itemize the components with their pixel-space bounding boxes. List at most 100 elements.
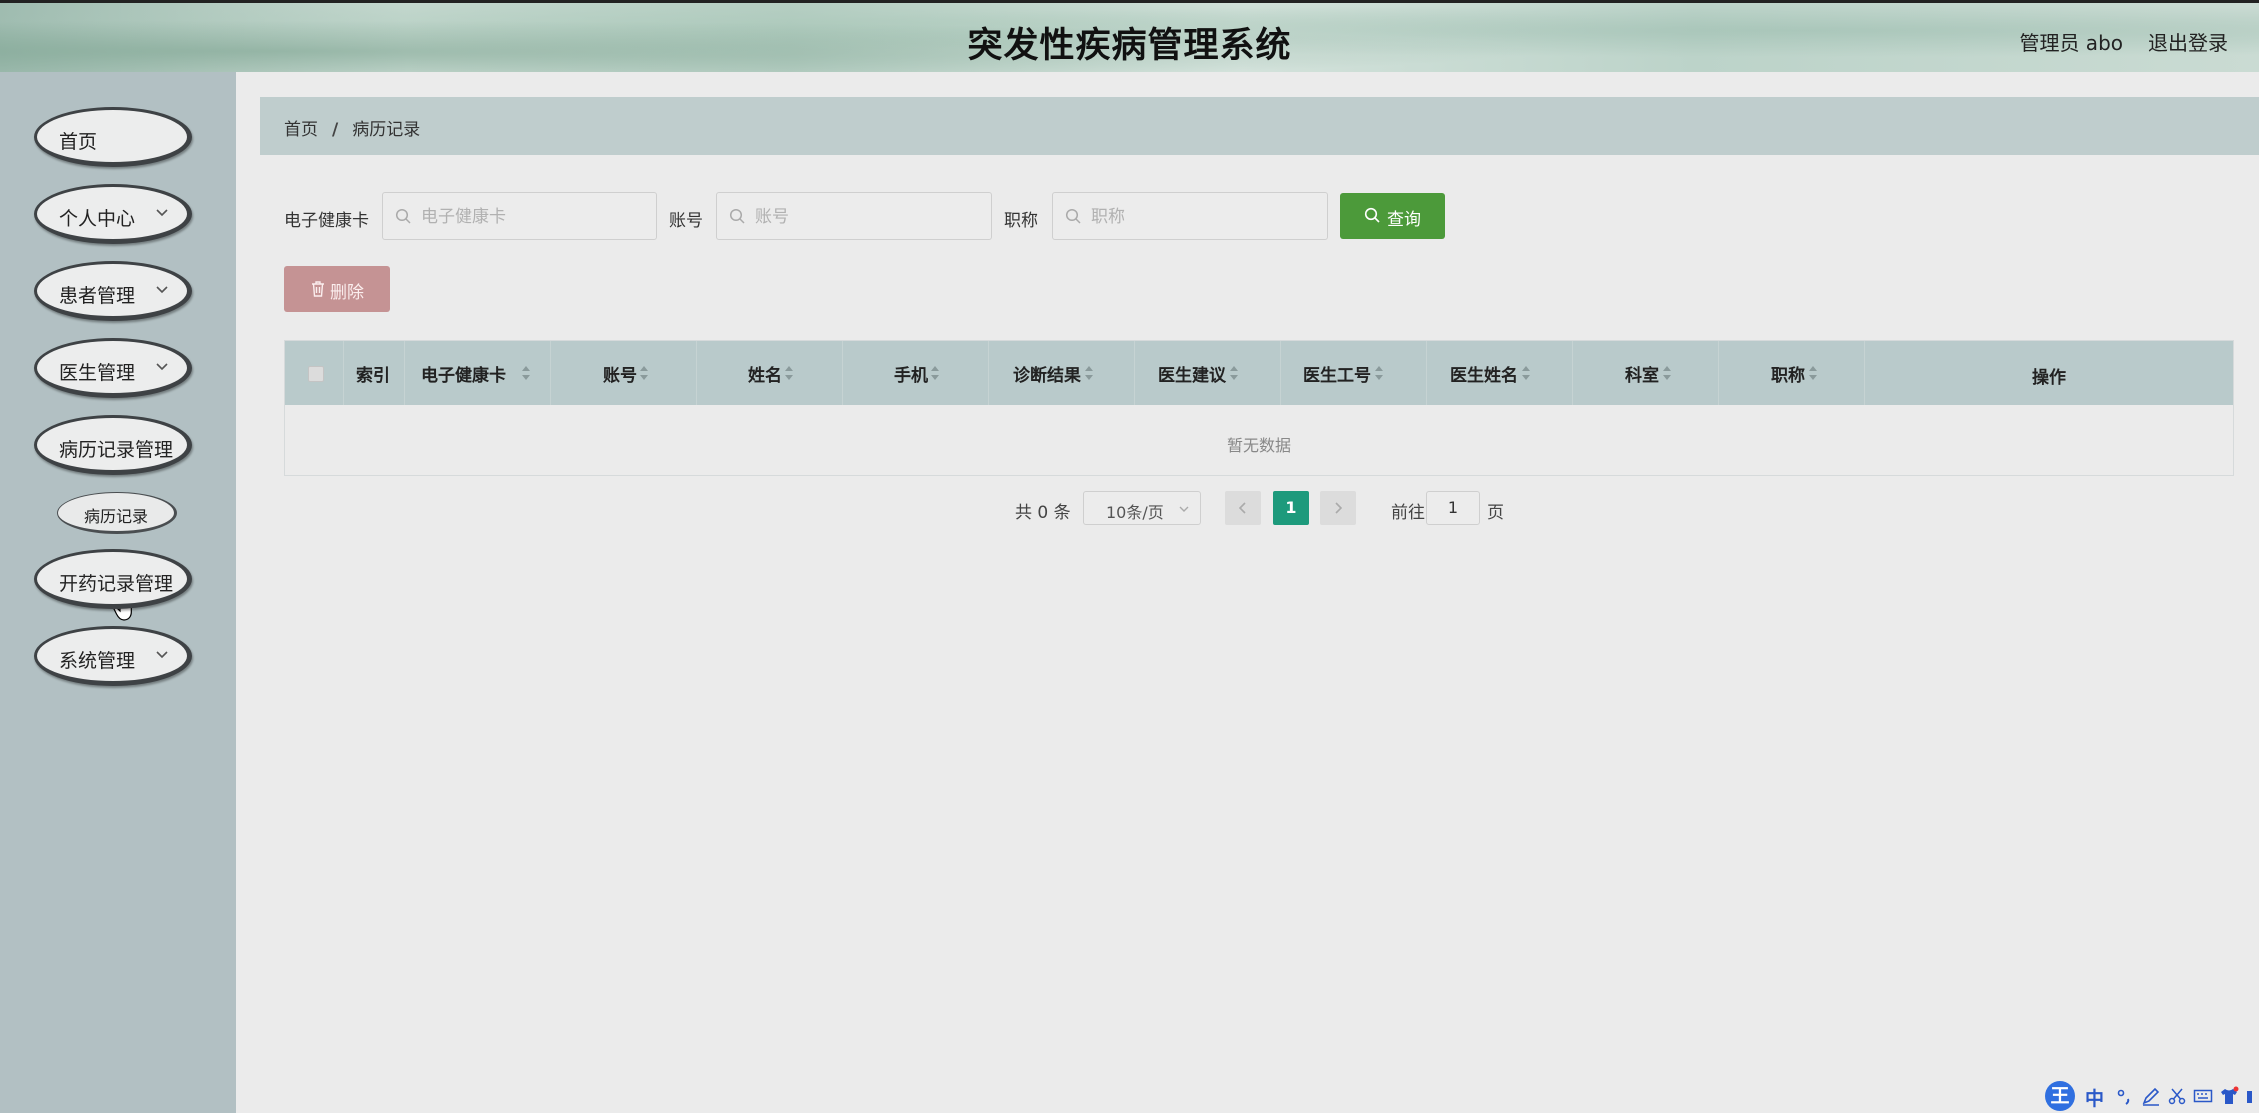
sidebar-subitem-medical-record[interactable]: 病历记录 <box>57 492 177 534</box>
column-header-label: 电子健康卡 <box>421 366 506 386</box>
chevron-down-icon <box>1179 506 1189 512</box>
sort-icon[interactable] <box>784 364 794 382</box>
select-all-checkbox[interactable] <box>308 366 324 382</box>
sidebar-item-personal-center[interactable]: 个人中心 <box>34 184 192 244</box>
account-field[interactable] <box>716 192 992 241</box>
system-title: 突发性疾病管理系统 <box>967 26 1292 66</box>
goto-label: 前往 <box>1391 503 1425 523</box>
health-card-field[interactable] <box>382 192 657 241</box>
page-suffix-label: 页 <box>1487 503 1504 523</box>
column-header-label: 医生建议 <box>1158 366 1226 386</box>
column-header-department[interactable]: 科室 <box>1572 341 1718 405</box>
sidebar-item-label: 病历记录管理 <box>59 439 174 461</box>
column-header-diagnosis[interactable]: 诊断结果 <box>988 341 1134 405</box>
search-icon <box>1364 207 1380 223</box>
sort-icon[interactable] <box>1374 364 1384 382</box>
sort-icon[interactable] <box>1521 364 1531 382</box>
ime-toolbar: 王 中 <box>2045 1080 2259 1113</box>
delete-button-label: 删除 <box>330 283 364 303</box>
sidebar-item-doctor-management[interactable]: 医生管理 <box>34 338 192 398</box>
sort-icon[interactable] <box>521 364 531 382</box>
breadcrumb-home[interactable]: 首页 <box>284 120 318 140</box>
pagination-total: 共 0 条 <box>1015 503 1071 523</box>
page-size-select[interactable]: 10条/页 <box>1083 491 1201 525</box>
column-header-phone[interactable]: 手机 <box>842 341 988 405</box>
sidebar-item-label: 个人中心 <box>59 208 136 230</box>
column-header-label: 诊断结果 <box>1013 366 1081 386</box>
column-header-label: 手机 <box>894 366 928 386</box>
sidebar-item-label: 系统管理 <box>59 650 136 672</box>
query-button[interactable]: 查询 <box>1340 193 1445 239</box>
sort-icon[interactable] <box>1084 364 1094 382</box>
sort-icon[interactable] <box>639 364 649 382</box>
column-header-label: 索引 <box>356 366 390 386</box>
delete-button[interactable]: 删除 <box>284 266 390 312</box>
chevron-down-icon <box>156 209 168 217</box>
table-header: 索引 电子健康卡 账号 姓名 手机 诊断结果 医生建议 医生工号 医生姓名 科室… <box>285 341 2233 405</box>
logout-link[interactable]: 退出登录 <box>2148 27 2228 56</box>
sidebar-item-system-management[interactable]: 系统管理 <box>34 626 192 686</box>
column-header-label: 职称 <box>1771 366 1805 386</box>
column-header-name[interactable]: 姓名 <box>696 341 842 405</box>
column-header-label: 姓名 <box>748 366 782 386</box>
sort-icon[interactable] <box>1808 364 1818 382</box>
ime-mode-toggle[interactable]: 中 <box>2085 1084 2104 1111</box>
column-header-actions: 操作 <box>1864 341 2233 405</box>
next-page-button[interactable] <box>1320 491 1356 525</box>
sidebar-item-patient-management[interactable]: 患者管理 <box>34 261 192 321</box>
breadcrumb: 首页 / 病历记录 <box>284 115 420 140</box>
pen-icon[interactable] <box>2141 1086 2161 1106</box>
account-label: 账号 <box>669 211 703 231</box>
breadcrumb-current: 病历记录 <box>352 120 421 140</box>
page-size-value: 10条/页 <box>1106 503 1164 522</box>
sort-icon[interactable] <box>1229 364 1239 382</box>
health-card-input[interactable] <box>419 193 652 241</box>
column-header-label: 医生姓名 <box>1450 366 1518 386</box>
sort-icon[interactable] <box>930 364 940 382</box>
account-input[interactable] <box>753 193 987 241</box>
page-number-current[interactable]: 1 <box>1273 491 1309 525</box>
column-header-account[interactable]: 账号 <box>550 341 696 405</box>
prev-page-button[interactable] <box>1225 491 1261 525</box>
sidebar-item-medical-record-management[interactable]: 病历记录管理 <box>34 415 192 475</box>
column-header-health-card[interactable]: 电子健康卡 <box>404 341 550 405</box>
column-header-doctor-id[interactable]: 医生工号 <box>1280 341 1426 405</box>
sidebar-item-home[interactable]: 首页 <box>34 107 192 167</box>
table-empty-text: 暂无数据 <box>1226 436 1291 455</box>
sort-icon[interactable] <box>1662 364 1672 382</box>
goto-page-input[interactable]: 1 <box>1426 491 1480 525</box>
column-header-label: 操作 <box>2032 368 2066 388</box>
skin-shirt-icon[interactable] <box>2219 1086 2239 1106</box>
sidebar: 首页 个人中心 患者管理 医生管理 病历记录管理 病历记录 开药记录管理 系统管… <box>0 72 236 1113</box>
medical-record-table: 索引 电子健康卡 账号 姓名 手机 诊断结果 医生建议 医生工号 医生姓名 科室… <box>284 340 2234 476</box>
trash-icon <box>312 281 324 297</box>
column-header-label: 医生工号 <box>1303 366 1371 386</box>
search-icon <box>1065 208 1081 224</box>
chevron-right-icon <box>1335 502 1343 514</box>
job-title-field[interactable] <box>1052 192 1328 241</box>
breadcrumb-bar: 首页 / 病历记录 <box>260 97 2259 155</box>
sidebar-item-label: 医生管理 <box>59 362 136 384</box>
top-header: 突发性疾病管理系统 管理员 abo 退出登录 <box>0 0 2259 72</box>
keyboard-icon[interactable] <box>2193 1086 2213 1106</box>
search-icon <box>729 208 745 224</box>
job-title-input[interactable] <box>1089 193 1323 241</box>
sidebar-item-label: 首页 <box>59 131 98 153</box>
breadcrumb-separator: / <box>332 120 339 140</box>
search-icon <box>395 208 411 224</box>
sidebar-item-label: 开药记录管理 <box>59 573 174 595</box>
punctuation-icon[interactable] <box>2115 1086 2135 1106</box>
more-icon[interactable] <box>2243 1086 2257 1106</box>
chevron-down-icon <box>156 651 168 659</box>
chevron-down-icon <box>156 286 168 294</box>
health-card-label: 电子健康卡 <box>284 211 369 231</box>
scissors-icon[interactable] <box>2167 1086 2187 1106</box>
column-header-doctor-advice[interactable]: 医生建议 <box>1134 341 1280 405</box>
column-header-doctor-name[interactable]: 医生姓名 <box>1426 341 1572 405</box>
sidebar-item-prescription-management[interactable]: 开药记录管理 <box>34 549 192 609</box>
job-title-label: 职称 <box>1004 211 1038 231</box>
ime-logo-icon[interactable]: 王 <box>2045 1081 2075 1111</box>
column-header-label: 科室 <box>1625 366 1659 386</box>
column-header-index: 索引 <box>343 341 404 405</box>
column-header-job-title[interactable]: 职称 <box>1718 341 1864 405</box>
